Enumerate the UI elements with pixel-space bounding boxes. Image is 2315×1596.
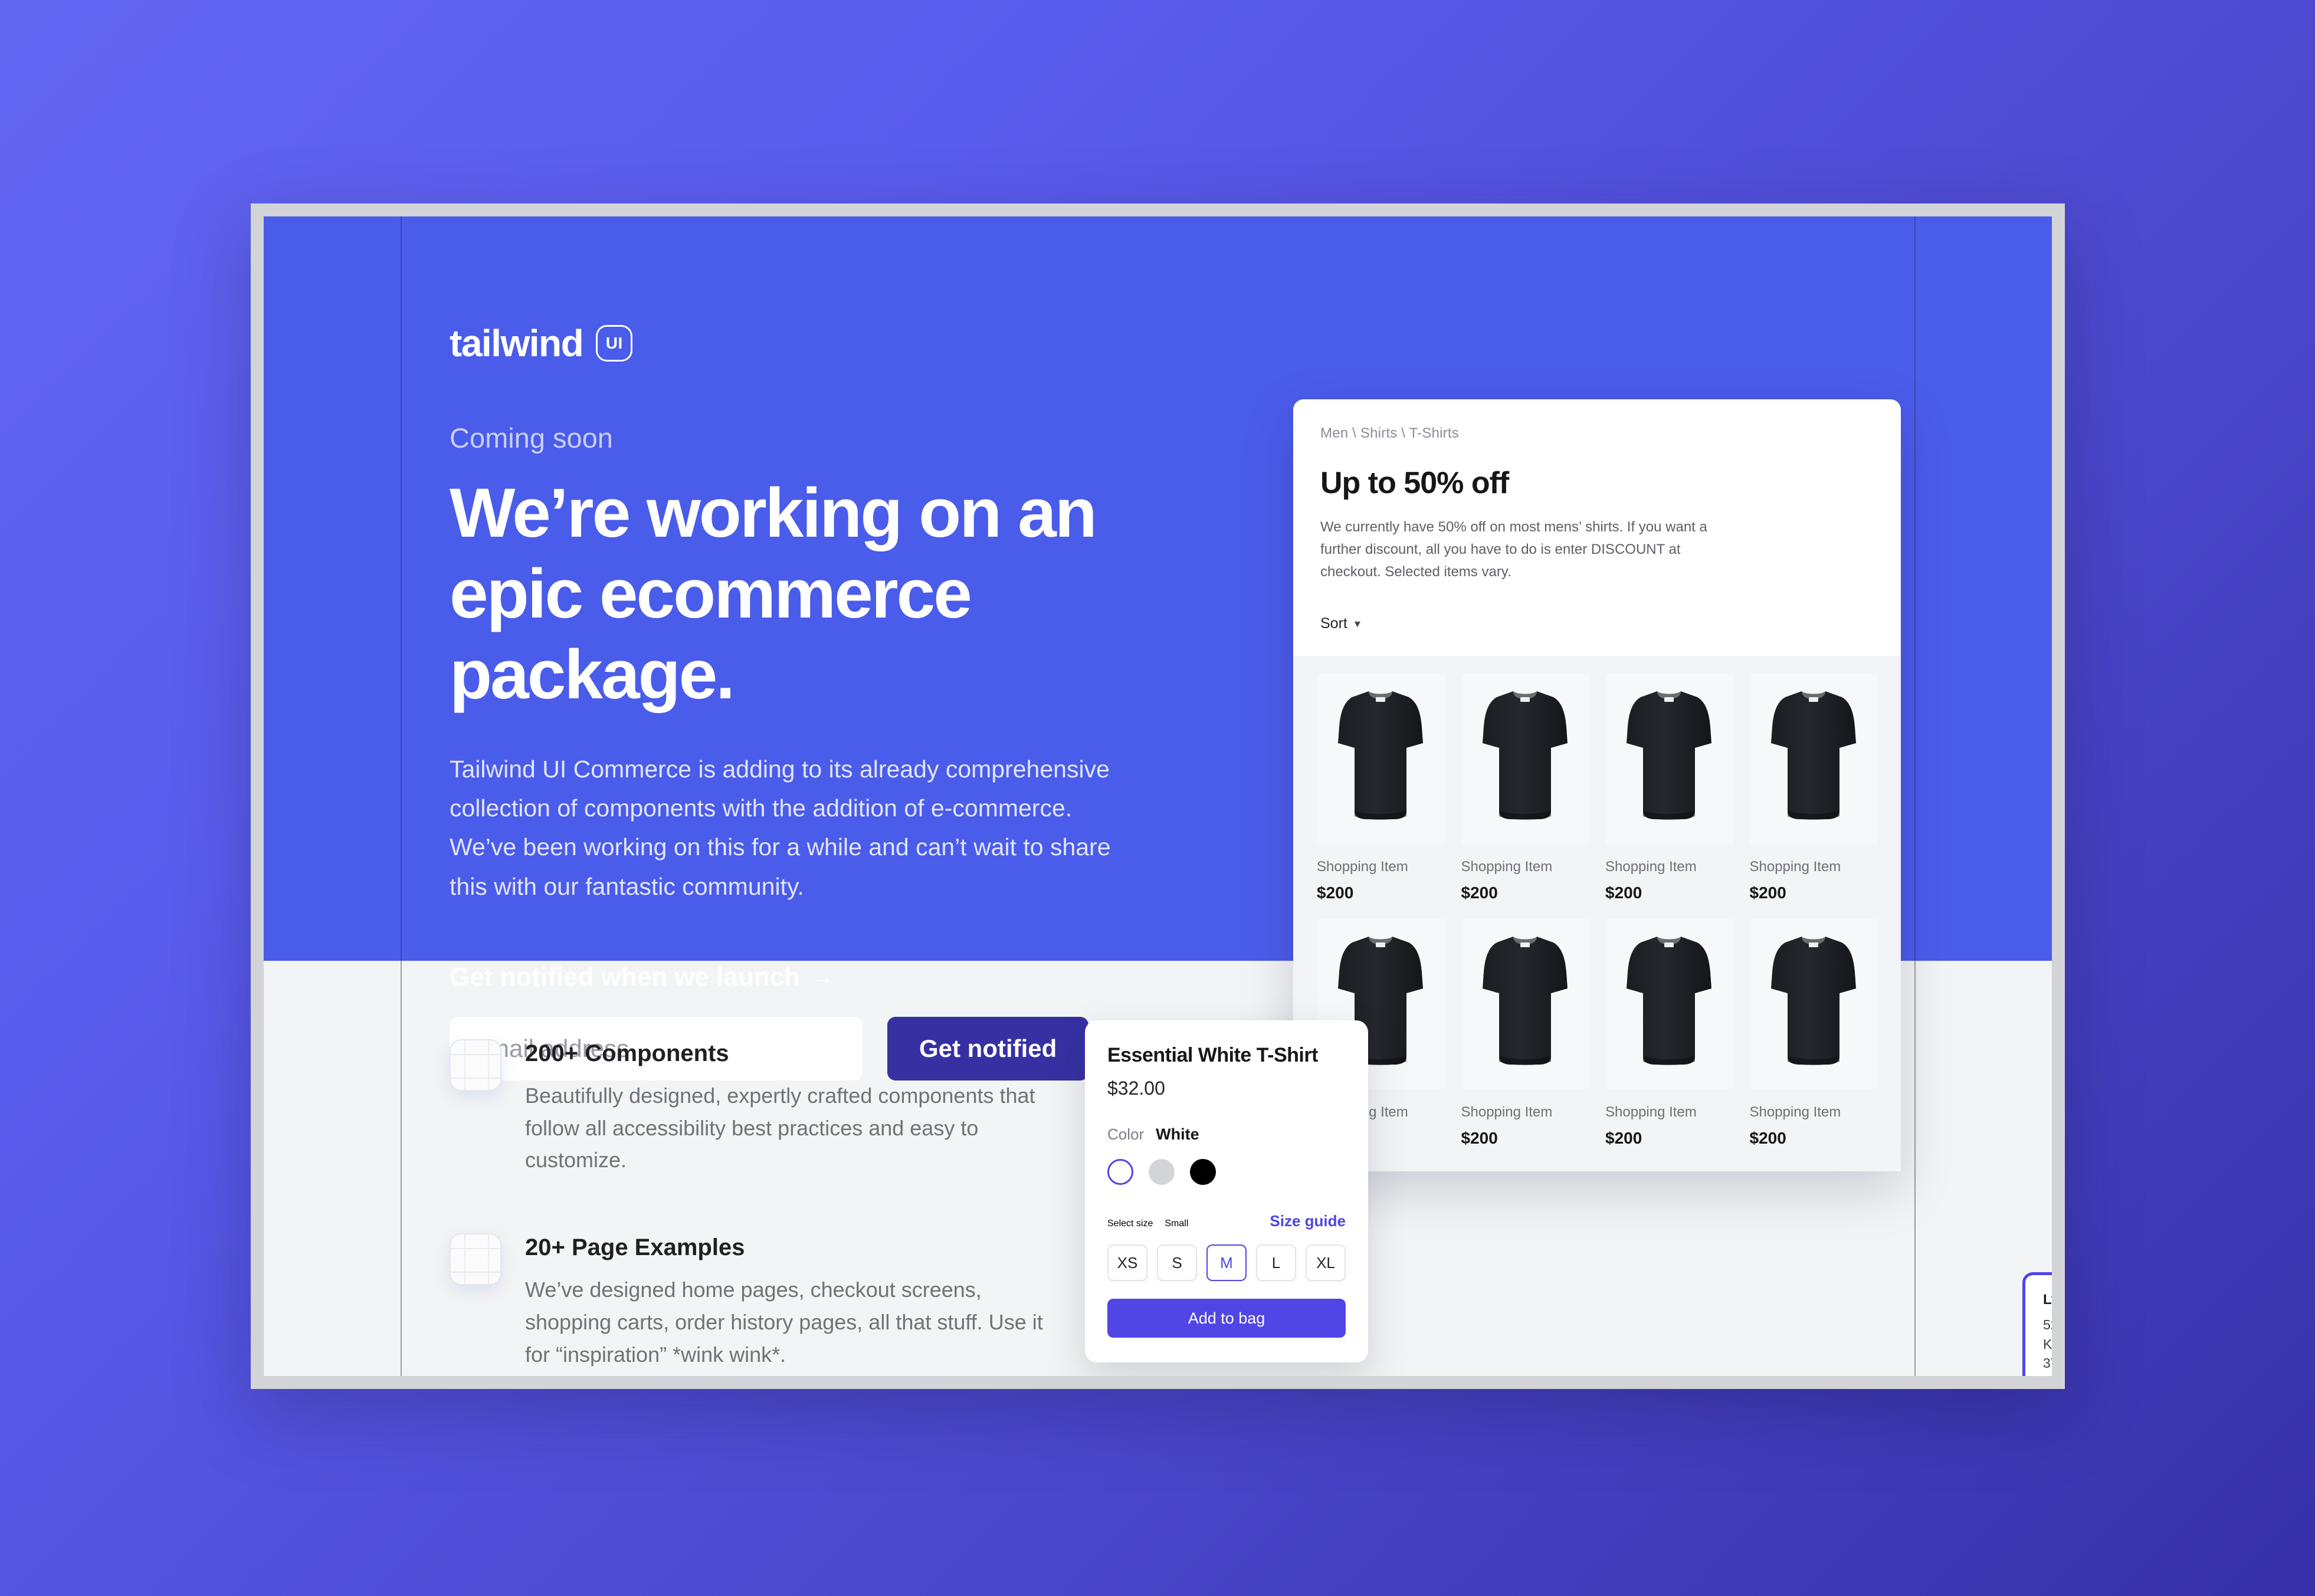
address-column: Lydon Dykes 528 Duke St. W Kitchener, ON…	[2022, 1272, 2052, 1376]
product-image	[1749, 673, 1877, 843]
feature-title: 200+ Components	[525, 1040, 729, 1066]
product-card[interactable]: Shopping Item $200	[1461, 673, 1589, 902]
arrow-right-icon: →	[812, 965, 835, 990]
hero-description: Tailwind UI Commerce is adding to its al…	[450, 755, 1111, 900]
product-name: Shopping Item	[1749, 1104, 1841, 1120]
product-image	[1461, 918, 1589, 1089]
product-card[interactable]: Shopping Item $200	[1749, 673, 1877, 902]
product-name: Shopping Item	[1317, 858, 1408, 875]
product-price: $200	[1461, 883, 1498, 902]
brand-logo[interactable]: tailwind UI	[450, 321, 1216, 365]
size-header-left: Select size Small	[1107, 1219, 1188, 1229]
product-image	[1317, 673, 1445, 843]
listing-title: Up to 50% off	[1320, 466, 1509, 500]
color-value: White	[1156, 1125, 1199, 1143]
product-name: Shopping Item	[1749, 858, 1841, 875]
product-price: $200	[1749, 1128, 1786, 1147]
tshirt-image	[1482, 691, 1568, 820]
product-card[interactable]: Shopping Item $200	[1749, 918, 1877, 1148]
hero-eyebrow: Coming soon	[450, 422, 613, 454]
product-name: Shopping Item	[1605, 1104, 1697, 1120]
product-image	[1461, 673, 1589, 843]
product-card[interactable]: Shopping Item $200	[1461, 918, 1589, 1148]
product-card[interactable]: Shopping Item $200	[1605, 673, 1733, 902]
feature-text: 20+ Page Examples We’ve designed home pa…	[525, 1233, 1044, 1371]
gray-swatch[interactable]	[1149, 1159, 1175, 1185]
address-line-1: 528 Duke St. W	[2043, 1317, 2052, 1332]
product-listing-card: Men \ Shirts \ T-Shirts Up to 50% off We…	[1293, 399, 1901, 1171]
size-option-m[interactable]: M	[1206, 1244, 1247, 1281]
white-swatch[interactable]	[1107, 1159, 1133, 1185]
color-swatches	[1107, 1159, 1346, 1185]
size-option-l[interactable]: L	[1256, 1244, 1296, 1281]
layout-guide-left-lower	[401, 961, 402, 1376]
tshirt-image	[1627, 936, 1712, 1065]
product-price: $32.00	[1107, 1078, 1165, 1099]
product-price: $200	[1605, 1128, 1642, 1147]
listing-header: Men \ Shirts \ T-Shirts Up to 50% off We…	[1293, 399, 1901, 656]
tshirt-image	[1627, 691, 1712, 820]
feature-title: 20+ Page Examples	[525, 1234, 745, 1261]
size-option-xs[interactable]: XS	[1107, 1244, 1147, 1281]
product-image	[1605, 918, 1733, 1089]
page-title: We’re working on an epic ecommerce packa…	[450, 474, 1097, 714]
product-card[interactable]: Shopping Item $200	[1317, 673, 1445, 902]
address-line-2: Kitchener, ON N2H 3YB	[2043, 1336, 2052, 1371]
layout-guide-right-lower	[1914, 961, 1916, 1376]
size-selector: XS S M L XL	[1107, 1244, 1346, 1281]
feature-item: 20+ Page Examples We’ve designed home pa…	[450, 1233, 1110, 1371]
color-row: Color White	[1107, 1125, 1346, 1144]
tshirt-image	[1770, 936, 1856, 1065]
product-name: Shopping Item	[1605, 858, 1697, 875]
tshirt-image	[1338, 691, 1424, 820]
size-value: Small	[1165, 1219, 1189, 1229]
feature-description: We’ve designed home pages, checkout scre…	[525, 1278, 1043, 1367]
product-image	[1749, 918, 1877, 1089]
size-guide-link[interactable]: Size guide	[1270, 1212, 1346, 1230]
color-label: Color	[1107, 1125, 1145, 1143]
product-image	[1605, 673, 1733, 843]
product-grid: Shopping Item $200 Shopping Item $200 Shop…	[1293, 655, 1901, 1171]
product-name: Shopping Item	[1461, 1104, 1553, 1120]
product-price: $200	[1605, 883, 1642, 902]
grid-layout-icon	[450, 1039, 501, 1091]
brand-wordmark: tailwind	[450, 322, 584, 364]
address-card[interactable]: Lydon Dykes 528 Duke St. W Kitchener, ON…	[2022, 1272, 2052, 1376]
tshirt-image	[1770, 691, 1856, 820]
listing-subtitle: We currently have 50% off on most mens’ …	[1320, 519, 1707, 580]
chevron-down-icon: ▾	[1354, 617, 1360, 630]
feature-description: Beautifully designed, expertly crafted c…	[525, 1083, 1035, 1173]
address-line-3: Canada	[2043, 1373, 2052, 1376]
breadcrumb[interactable]: Men \ Shirts \ T-Shirts	[1320, 425, 1874, 442]
brand-ui-badge: UI	[596, 325, 633, 362]
features-list: 200+ Components Beautifully designed, ex…	[450, 1039, 1110, 1376]
tshirt-image	[1482, 936, 1568, 1065]
feature-text: 200+ Components Beautifully designed, ex…	[525, 1039, 1044, 1177]
product-price: $200	[1749, 883, 1786, 902]
size-option-s[interactable]: S	[1157, 1244, 1197, 1281]
product-price: $200	[1317, 883, 1354, 902]
black-swatch[interactable]	[1190, 1159, 1216, 1185]
product-detail-card: Essential White T-Shirt $32.00 Color Whi…	[1085, 1020, 1368, 1362]
page-viewport: tailwind UI Coming soon We’re working on…	[264, 216, 2052, 1376]
add-to-bag-button[interactable]: Add to bag	[1107, 1299, 1346, 1338]
sort-dropdown[interactable]: Sort ▾	[1320, 615, 1360, 632]
sort-label: Sort	[1320, 615, 1347, 632]
browser-window-frame: tailwind UI Coming soon We’re working on…	[251, 203, 2065, 1389]
address-lines: 528 Duke St. W Kitchener, ON N2H 3YB Can…	[2043, 1315, 2052, 1376]
product-price: $200	[1461, 1128, 1498, 1147]
feature-item: 200+ Components Beautifully designed, ex…	[450, 1039, 1110, 1177]
product-name: Shopping Item	[1461, 858, 1553, 875]
address-name: Lydon Dykes	[2043, 1292, 2052, 1308]
product-title: Essential White T-Shirt	[1107, 1044, 1318, 1066]
grid-layout-icon	[450, 1233, 501, 1286]
size-label: Select size	[1107, 1219, 1153, 1229]
hero-content: tailwind UI Coming soon We’re working on…	[450, 321, 1216, 1081]
notify-heading: Get notified when we launch →	[450, 963, 1216, 992]
notify-heading-text: Get notified when we launch	[450, 963, 801, 992]
size-option-xl[interactable]: XL	[1306, 1244, 1346, 1281]
size-header: Select size Small Size guide	[1107, 1212, 1346, 1230]
product-card[interactable]: Shopping Item $200	[1605, 918, 1733, 1148]
